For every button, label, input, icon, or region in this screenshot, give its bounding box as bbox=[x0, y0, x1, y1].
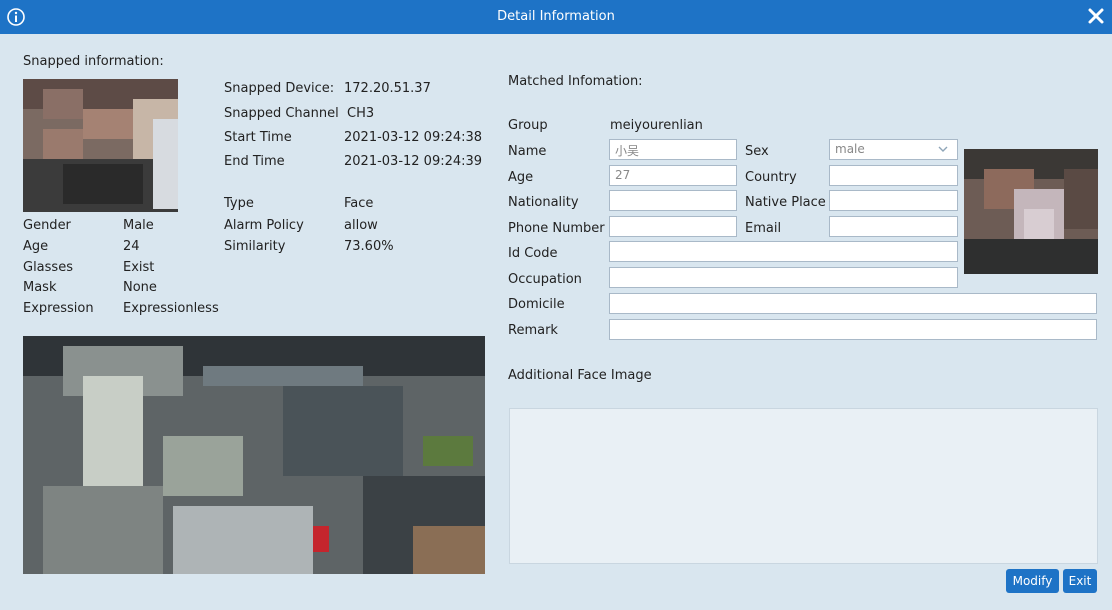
domicile-field[interactable] bbox=[609, 293, 1097, 314]
age-attr-value: 24 bbox=[123, 239, 140, 254]
matched-face-image bbox=[964, 149, 1098, 274]
native-place-field[interactable] bbox=[829, 190, 958, 211]
remark-label: Remark bbox=[508, 323, 558, 338]
start-time-label: Start Time bbox=[224, 130, 292, 145]
age-label: Age bbox=[508, 170, 534, 185]
country-field[interactable] bbox=[829, 165, 958, 186]
snapped-device-label: Snapped Device: bbox=[224, 81, 335, 96]
dialog-body: Snapped information: Snapped Device: 172… bbox=[6, 34, 1106, 610]
exit-button[interactable]: Exit bbox=[1063, 569, 1097, 593]
snapped-heading: Snapped information: bbox=[23, 54, 164, 69]
type-label: Type bbox=[224, 196, 254, 211]
native-place-label: Native Place bbox=[745, 195, 826, 210]
id-code-field[interactable] bbox=[609, 241, 958, 262]
glasses-label: Glasses bbox=[23, 260, 73, 275]
nationality-field[interactable] bbox=[609, 190, 737, 211]
gender-value: Male bbox=[123, 218, 154, 233]
sex-select[interactable]: male bbox=[829, 139, 958, 160]
age-field[interactable]: 27 bbox=[609, 165, 737, 186]
additional-face-heading: Additional Face Image bbox=[508, 368, 652, 383]
snapped-channel-value: CH3 bbox=[347, 106, 375, 121]
mask-label: Mask bbox=[23, 280, 57, 295]
alarm-policy-value: allow bbox=[344, 218, 378, 233]
occupation-field[interactable] bbox=[609, 267, 958, 288]
modify-button[interactable]: Modify bbox=[1006, 569, 1059, 593]
end-time-label: End Time bbox=[224, 154, 285, 169]
email-field[interactable] bbox=[829, 216, 958, 237]
name-field[interactable]: 小吴 bbox=[609, 139, 737, 160]
id-code-label: Id Code bbox=[508, 246, 558, 261]
group-value: meiyourenlian bbox=[610, 118, 703, 133]
remark-field[interactable] bbox=[609, 319, 1097, 340]
name-label: Name bbox=[508, 144, 547, 159]
country-label: Country bbox=[745, 170, 797, 185]
sex-label: Sex bbox=[745, 144, 769, 159]
chevron-down-icon bbox=[938, 146, 948, 152]
title-bar: Detail Information bbox=[0, 0, 1112, 34]
snapped-device-value: 172.20.51.37 bbox=[344, 81, 431, 96]
end-time-value: 2021-03-12 09:24:39 bbox=[344, 154, 483, 169]
domicile-label: Domicile bbox=[508, 297, 565, 312]
glasses-value: Exist bbox=[123, 260, 155, 275]
matched-heading: Matched Infomation: bbox=[508, 74, 643, 89]
occupation-label: Occupation bbox=[508, 272, 582, 287]
similarity-value: 73.60% bbox=[344, 239, 394, 254]
snapped-channel-label: Snapped Channel bbox=[224, 106, 339, 121]
expression-value: Expressionless bbox=[123, 301, 219, 316]
phone-label: Phone Number bbox=[508, 221, 605, 236]
mask-value: None bbox=[123, 280, 157, 295]
scene-image bbox=[23, 336, 485, 574]
nationality-label: Nationality bbox=[508, 195, 579, 210]
window-title: Detail Information bbox=[497, 9, 615, 24]
start-time-value: 2021-03-12 09:24:38 bbox=[344, 130, 483, 145]
alarm-policy-label: Alarm Policy bbox=[224, 218, 304, 233]
close-icon[interactable] bbox=[1086, 6, 1106, 26]
similarity-label: Similarity bbox=[224, 239, 286, 254]
sex-select-value: male bbox=[835, 142, 865, 156]
type-value: Face bbox=[344, 196, 374, 211]
phone-field[interactable] bbox=[609, 216, 737, 237]
group-label: Group bbox=[508, 118, 548, 133]
additional-face-area bbox=[509, 408, 1098, 564]
age-attr-label: Age bbox=[23, 239, 49, 254]
email-label: Email bbox=[745, 221, 782, 236]
expression-label: Expression bbox=[23, 301, 94, 316]
gender-label: Gender bbox=[23, 218, 71, 233]
snapped-face-image bbox=[23, 79, 178, 212]
